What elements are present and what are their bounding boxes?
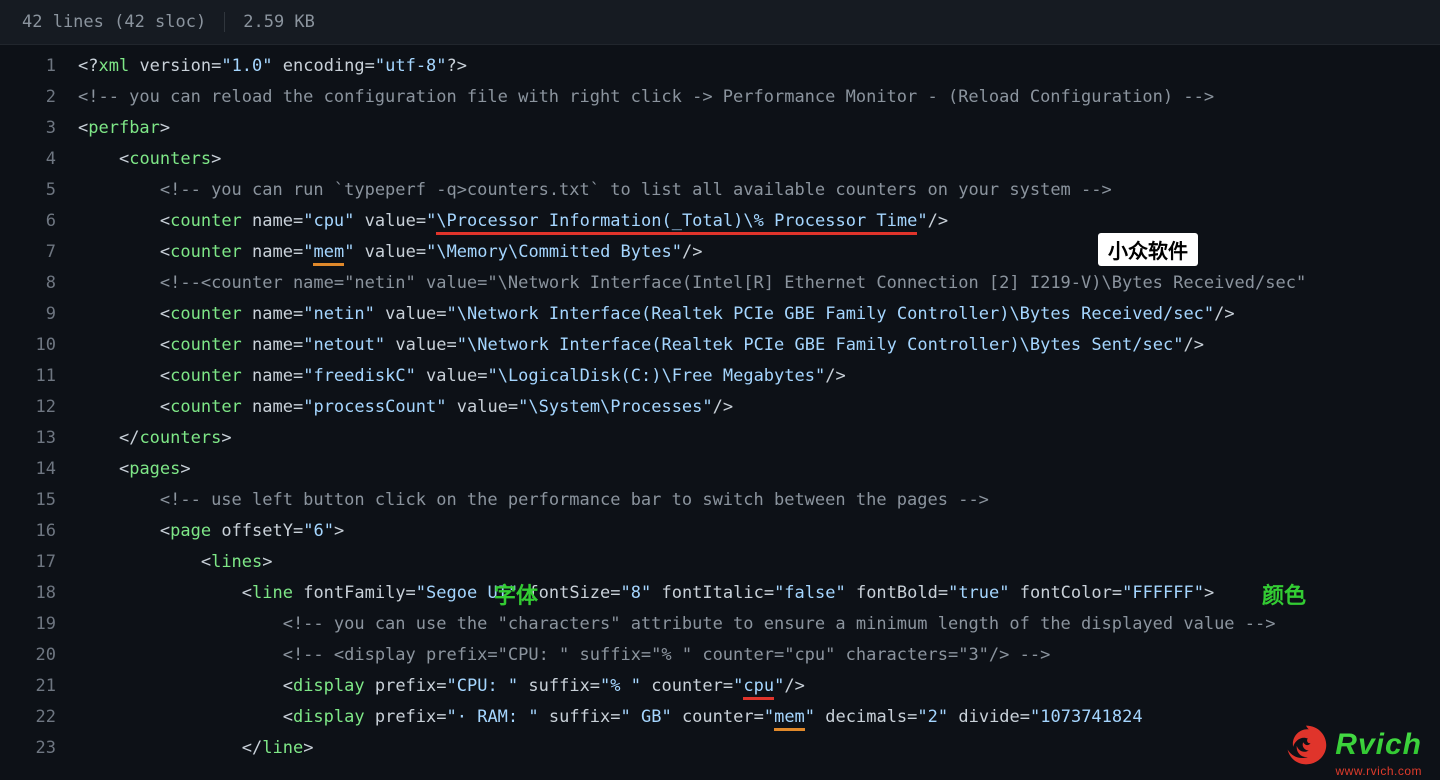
- line-number[interactable]: 12: [0, 392, 56, 423]
- annotation-box: 小众软件: [1098, 233, 1198, 266]
- code-line: <display prefix="CPU: " suffix="% " coun…: [78, 671, 1440, 702]
- file-lines: 42 lines (42 sloc): [22, 12, 206, 32]
- code-line: <perfbar>: [78, 113, 1440, 144]
- line-number[interactable]: 19: [0, 609, 56, 640]
- code-line: <!-- <display prefix="CPU: " suffix="% "…: [78, 640, 1440, 671]
- line-number[interactable]: 23: [0, 733, 56, 764]
- line-number[interactable]: 3: [0, 113, 56, 144]
- code-line: </line>: [78, 733, 1440, 764]
- code-line: <page offsetY="6">: [78, 516, 1440, 547]
- line-number[interactable]: 13: [0, 423, 56, 454]
- code-line: <counters>: [78, 144, 1440, 175]
- code-line: <lines>: [78, 547, 1440, 578]
- code-line: <counter name="cpu" value="\Processor In…: [78, 206, 1440, 237]
- line-number[interactable]: 21: [0, 671, 56, 702]
- line-number[interactable]: 4: [0, 144, 56, 175]
- line-number[interactable]: 2: [0, 82, 56, 113]
- line-number[interactable]: 22: [0, 702, 56, 733]
- code-line: <counter name="processCount" value="\Sys…: [78, 392, 1440, 423]
- code-line: <counter name="netin" value="\Network In…: [78, 299, 1440, 330]
- code-viewer: 1 2 3 4 5 6 7 8 9 10 11 12 13 14 15 16 1…: [0, 45, 1440, 764]
- code-line: <!-- you can use the "characters" attrib…: [78, 609, 1440, 640]
- code-line: <!-- you can run `typeperf -q>counters.t…: [78, 175, 1440, 206]
- code-line: <display prefix="· RAM: " suffix=" GB" c…: [78, 702, 1440, 733]
- line-number[interactable]: 18: [0, 578, 56, 609]
- watermark-logo: Rvich: [1283, 722, 1422, 768]
- line-number[interactable]: 14: [0, 454, 56, 485]
- dragon-icon: [1283, 722, 1329, 768]
- code-line: <line fontFamily="Segoe UI" fontSize="8"…: [78, 578, 1440, 609]
- header-separator: [224, 12, 225, 32]
- line-number[interactable]: 7: [0, 237, 56, 268]
- line-number[interactable]: 15: [0, 485, 56, 516]
- code-line: <counter name="netout" value="\Network I…: [78, 330, 1440, 361]
- code-line: <!-- you can reload the configuration fi…: [78, 82, 1440, 113]
- code-line: </counters>: [78, 423, 1440, 454]
- line-number[interactable]: 5: [0, 175, 56, 206]
- code-content[interactable]: <?xml version="1.0" encoding="utf-8"?> <…: [78, 51, 1440, 764]
- file-header: 42 lines (42 sloc) 2.59 KB: [0, 0, 1440, 45]
- code-line: <counter name="mem" value="\Memory\Commi…: [78, 237, 1440, 268]
- code-line: <pages>: [78, 454, 1440, 485]
- line-number[interactable]: 16: [0, 516, 56, 547]
- code-line: <!--<counter name="netin" value="\Networ…: [78, 268, 1440, 299]
- line-number[interactable]: 11: [0, 361, 56, 392]
- line-number[interactable]: 8: [0, 268, 56, 299]
- code-line: <!-- use left button click on the perfor…: [78, 485, 1440, 516]
- watermark-url: www.rvich.com: [1335, 764, 1422, 778]
- line-number[interactable]: 10: [0, 330, 56, 361]
- line-number[interactable]: 17: [0, 547, 56, 578]
- line-number[interactable]: 1: [0, 51, 56, 82]
- code-line: <?xml version="1.0" encoding="utf-8"?>: [78, 51, 1440, 82]
- line-number[interactable]: 9: [0, 299, 56, 330]
- file-size: 2.59 KB: [243, 12, 315, 32]
- line-number-gutter: 1 2 3 4 5 6 7 8 9 10 11 12 13 14 15 16 1…: [0, 51, 78, 764]
- line-number[interactable]: 6: [0, 206, 56, 237]
- annotation-font-label: 字体: [494, 578, 538, 610]
- watermark-name: Rvich: [1335, 728, 1422, 762]
- line-number[interactable]: 20: [0, 640, 56, 671]
- annotation-color-label: 颜色: [1262, 578, 1306, 610]
- code-line: <counter name="freediskC" value="\Logica…: [78, 361, 1440, 392]
